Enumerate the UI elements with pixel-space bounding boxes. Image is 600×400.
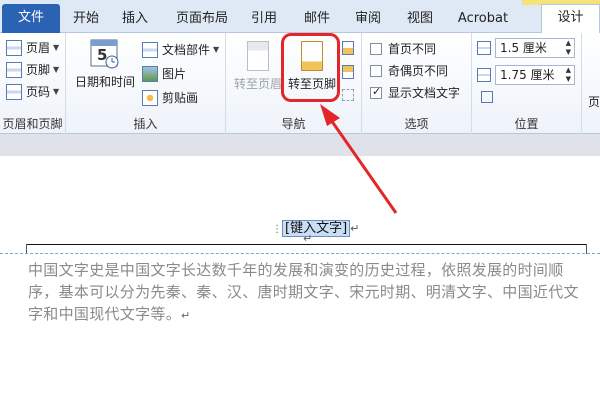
chevron-down-icon: ▼ bbox=[213, 45, 220, 54]
header-boundary bbox=[0, 253, 600, 254]
footer-position-input[interactable]: 1.75 厘米 ▲ ▼ bbox=[495, 65, 575, 85]
close-group-partial[interactable]: 页 bbox=[588, 93, 600, 110]
tab-acrobat[interactable]: Acrobat bbox=[452, 6, 514, 33]
alignment-tab-icon bbox=[481, 91, 493, 103]
group-label-navigation: 导航 bbox=[281, 117, 306, 131]
next-section-icon bbox=[342, 65, 354, 79]
header-rule bbox=[26, 244, 587, 245]
highlight-box bbox=[281, 33, 340, 102]
tab-file[interactable]: 文件 bbox=[2, 4, 60, 33]
chevron-down-icon: ▼ bbox=[53, 43, 60, 52]
group-header-footer: 页眉 ▼ 页脚 ▼ 页码 ▼ 页眉和页脚 bbox=[0, 33, 66, 134]
tab-insert[interactable]: 插入 bbox=[115, 6, 155, 33]
footer-position-spinner[interactable]: 1.75 厘米 ▲ ▼ bbox=[477, 65, 575, 85]
header-position-input[interactable]: 1.5 厘米 ▲ ▼ bbox=[495, 38, 575, 58]
page-number-icon bbox=[6, 83, 22, 100]
page-number-dropdown[interactable]: 页码 ▼ bbox=[6, 83, 59, 100]
tab-design[interactable]: 设计 bbox=[541, 4, 600, 34]
header-position-icon bbox=[477, 41, 491, 55]
tab-references[interactable]: 引用 bbox=[244, 6, 284, 33]
tab-mailings[interactable]: 邮件 bbox=[297, 6, 337, 33]
spinner-arrows-icon[interactable]: ▲ ▼ bbox=[566, 39, 571, 57]
header-text-placeholder[interactable]: ⋮ [键入文字] ↵ bbox=[272, 217, 359, 237]
goto-header-icon bbox=[247, 41, 269, 71]
picture-icon bbox=[142, 65, 158, 82]
footer-dropdown[interactable]: 页脚 ▼ bbox=[6, 61, 59, 78]
insert-alignment-tab-button[interactable] bbox=[481, 91, 497, 103]
checkbox-box[interactable] bbox=[370, 64, 382, 77]
group-label-header-footer: 页眉和页脚 bbox=[2, 117, 63, 131]
footer-position-icon bbox=[477, 68, 491, 82]
clip-art-button[interactable]: 剪贴画 bbox=[142, 89, 198, 106]
group-insert: 5 日期和时间 文档部件 ▼ 图片 剪贴画 插入 bbox=[66, 33, 226, 134]
spinner-arrows-icon[interactable]: ▲ ▼ bbox=[566, 66, 571, 84]
doc-parts-icon bbox=[142, 41, 158, 58]
show-document-text-checkbox[interactable]: 显示文档文字 bbox=[370, 84, 460, 101]
doc-parts-dropdown[interactable]: 文档部件 ▼ bbox=[142, 41, 219, 58]
calendar-icon: 5 bbox=[90, 37, 120, 69]
group-label-position: 位置 bbox=[514, 117, 539, 131]
group-label-options: 选项 bbox=[404, 117, 429, 131]
group-label-insert: 插入 bbox=[133, 117, 158, 131]
drag-handle-icon[interactable]: ⋮ bbox=[272, 224, 282, 235]
body-paragraph[interactable]: 中国文字史是中国文字长达数千年的发展和演变的历史过程，依照发展的时间顺序，基本可… bbox=[28, 259, 588, 327]
chevron-down-icon: ▼ bbox=[53, 65, 60, 74]
header-icon bbox=[6, 39, 22, 56]
ribbon-tab-bar: 文件 开始 插入 页面布局 引用 邮件 审阅 视图 Acrobat 设计 bbox=[0, 0, 600, 34]
footer-icon bbox=[6, 61, 22, 78]
date-time-button[interactable]: 5 日期和时间 bbox=[72, 37, 138, 90]
tab-review[interactable]: 审阅 bbox=[348, 6, 388, 33]
checkbox-box[interactable] bbox=[370, 42, 382, 55]
link-to-previous-button[interactable] bbox=[342, 89, 358, 101]
previous-section-icon bbox=[342, 41, 354, 55]
document-page: ⋮ [键入文字] ↵ ↵ 中国文字史是中国文字长达数千年的发展和演变的历史过程，依照… bbox=[0, 156, 600, 400]
tab-view[interactable]: 视图 bbox=[400, 6, 440, 33]
tab-home[interactable]: 开始 bbox=[66, 6, 106, 33]
picture-button[interactable]: 图片 bbox=[142, 65, 186, 82]
different-odd-even-checkbox[interactable]: 奇偶页不同 bbox=[370, 62, 448, 79]
header-dropdown[interactable]: 页眉 ▼ bbox=[6, 39, 59, 56]
chevron-down-icon: ▼ bbox=[53, 87, 60, 96]
header-position-spinner[interactable]: 1.5 厘米 ▲ ▼ bbox=[477, 38, 575, 58]
different-first-page-checkbox[interactable]: 首页不同 bbox=[370, 40, 436, 57]
checkbox-box-checked[interactable] bbox=[370, 85, 382, 99]
goto-header-button[interactable]: 转至页眉 bbox=[230, 41, 286, 92]
tab-page-layout[interactable]: 页面布局 bbox=[172, 6, 232, 33]
link-to-previous-icon bbox=[342, 89, 354, 101]
previous-section-button[interactable] bbox=[342, 41, 358, 55]
next-section-button[interactable] bbox=[342, 65, 358, 79]
document-gap bbox=[0, 134, 600, 156]
clip-art-icon bbox=[142, 89, 158, 106]
